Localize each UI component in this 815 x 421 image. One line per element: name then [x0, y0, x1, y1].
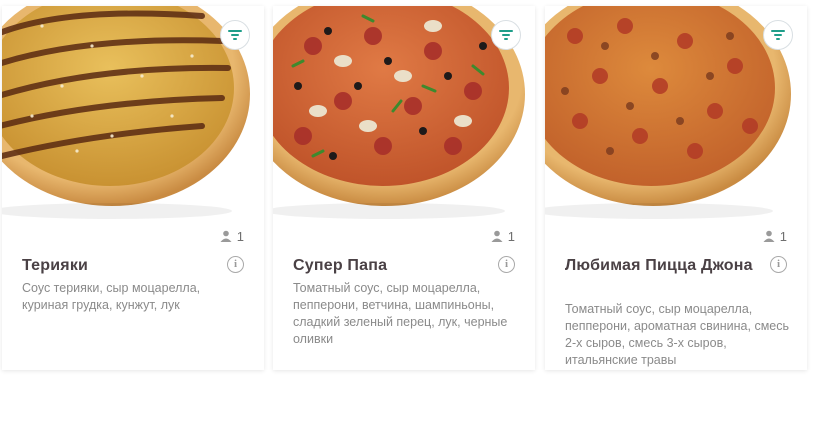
- persons-count: 1: [220, 228, 244, 244]
- filter-button[interactable]: [220, 20, 250, 50]
- persons-value: 1: [236, 228, 244, 244]
- filter-lines-icon: [228, 30, 242, 40]
- persons-count: 1: [763, 228, 787, 244]
- pizza-card-teriyaki[interactable]: 1 Терияки i Соус терияки, сыр моцарелла,…: [2, 6, 264, 370]
- pizza-image[interactable]: [273, 6, 535, 221]
- pizza-title[interactable]: Любимая Пицца Джона: [565, 255, 765, 277]
- info-icon[interactable]: i: [770, 256, 787, 273]
- filter-lines-icon: [499, 30, 513, 40]
- filter-lines-icon: [771, 30, 785, 40]
- pizza-description: Томатный соус, сыр моцарелла, пепперони,…: [293, 281, 508, 346]
- product-grid: 1 Терияки i Соус терияки, сыр моцарелла,…: [0, 0, 815, 370]
- persons-value: 1: [779, 228, 787, 244]
- filter-button[interactable]: [491, 20, 521, 50]
- persons-value: 1: [507, 228, 515, 244]
- pizza-image[interactable]: [2, 6, 264, 221]
- pizza-title[interactable]: Супер Папа: [293, 255, 493, 277]
- pizza-image[interactable]: [545, 6, 807, 221]
- pizza-card-johns-favorite[interactable]: 1 Любимая Пицца Джона i Томатный соус, с…: [545, 6, 807, 370]
- person-icon: [763, 230, 775, 242]
- pizza-title[interactable]: Терияки: [22, 255, 222, 277]
- person-icon: [220, 230, 232, 242]
- info-icon[interactable]: i: [227, 256, 244, 273]
- info-icon[interactable]: i: [498, 256, 515, 273]
- pizza-card-super-papa[interactable]: 1 Супер Папа i Томатный соус, сыр моцаре…: [273, 6, 535, 370]
- persons-count: 1: [491, 228, 515, 244]
- pizza-description: Томатный соус, сыр моцарелла, пепперони,…: [565, 302, 790, 367]
- filter-button[interactable]: [763, 20, 793, 50]
- pizza-description: Соус терияки, сыр моцарелла, куриная гру…: [22, 281, 201, 312]
- person-icon: [491, 230, 503, 242]
